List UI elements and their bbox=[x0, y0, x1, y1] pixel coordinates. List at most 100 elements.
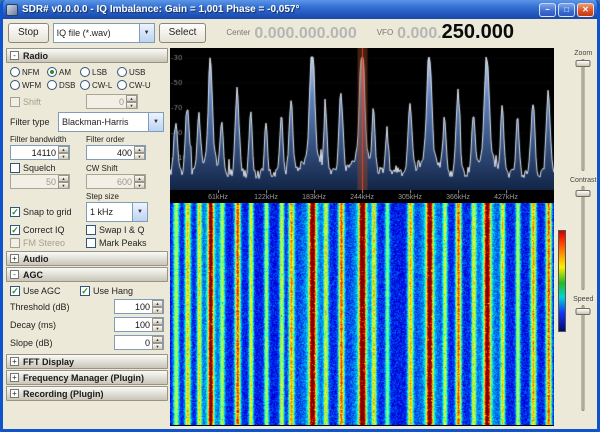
fm-stereo-checkbox[interactable]: FM Stereo bbox=[10, 238, 86, 248]
expand-icon[interactable]: + bbox=[10, 389, 19, 398]
expand-icon[interactable]: + bbox=[10, 357, 19, 366]
spin-up-icon: ▲ bbox=[134, 146, 145, 153]
mode-cwu[interactable]: CW-U bbox=[117, 80, 153, 90]
spin-down-icon: ▼ bbox=[134, 153, 145, 160]
panel-header-fft-display[interactable]: + FFT Display bbox=[6, 354, 168, 369]
spin-up-icon: ▲ bbox=[134, 175, 145, 182]
display-area: 61kHz 122kHz 183kHz 244kHz 305kHz 366kHz 427kH… bbox=[170, 48, 554, 426]
spin-down-icon: ▼ bbox=[152, 343, 163, 350]
spinner-buttons[interactable]: ▲ ▼ bbox=[134, 175, 145, 189]
panel-header-agc[interactable]: - AGC bbox=[6, 267, 168, 282]
mode-am[interactable]: AM bbox=[47, 67, 80, 77]
speed-slider[interactable] bbox=[574, 305, 592, 411]
mode-dsb[interactable]: DSB bbox=[47, 80, 80, 90]
filter-type-select[interactable]: Blackman-Harris ▼ bbox=[58, 112, 164, 132]
correct-iq-checkbox[interactable]: Correct IQ bbox=[10, 225, 86, 235]
waterfall-display[interactable] bbox=[170, 203, 554, 425]
cw-shift-label: CW Shift bbox=[86, 163, 118, 173]
contrast-slider[interactable] bbox=[574, 186, 592, 290]
sdr-window: SDR# v0.0.0.0 - IQ Imbalance: Gain = 1,0… bbox=[0, 0, 600, 432]
spinner-buttons[interactable]: ▲ ▼ bbox=[152, 336, 163, 350]
collapse-icon[interactable]: - bbox=[10, 270, 19, 279]
title-bar[interactable]: SDR# v0.0.0.0 - IQ Imbalance: Gain = 1,0… bbox=[3, 0, 597, 19]
use-agc-checkbox[interactable]: Use AGC bbox=[10, 286, 80, 296]
checkbox-box-icon bbox=[10, 286, 20, 296]
slider-thumb[interactable] bbox=[575, 308, 591, 315]
radio-button-icon bbox=[47, 80, 57, 90]
shift-checkbox[interactable]: Shift bbox=[10, 96, 86, 107]
slider-thumb[interactable] bbox=[575, 60, 591, 67]
spin-up-icon: ▲ bbox=[58, 146, 69, 153]
spinner-buttons[interactable]: ▲ ▼ bbox=[152, 300, 163, 314]
panel-header-radio[interactable]: - Radio bbox=[6, 48, 168, 63]
collapse-icon[interactable]: - bbox=[10, 51, 19, 60]
zoom-label: Zoom bbox=[574, 50, 593, 57]
spectrum-analyzer[interactable] bbox=[170, 48, 554, 190]
freq-tick-label: 427kHz bbox=[494, 190, 518, 201]
minimize-button[interactable]: − bbox=[539, 2, 556, 17]
slider-thumb[interactable] bbox=[575, 190, 591, 197]
mode-label: CW-L bbox=[92, 80, 113, 90]
threshold-input[interactable]: 100 ▲ ▼ bbox=[114, 299, 164, 314]
squelch-checkbox[interactable]: Squelch bbox=[10, 163, 86, 173]
window-title: SDR# v0.0.0.0 - IQ Imbalance: Gain = 1,0… bbox=[22, 4, 300, 15]
frequency-axis: 61kHz 122kHz 183kHz 244kHz 305kHz 366kHz 427kH… bbox=[170, 190, 554, 203]
filter-bandwidth-input[interactable]: 14110 ▲ ▼ bbox=[10, 145, 70, 160]
spinner-buttons[interactable]: ▲ ▼ bbox=[126, 95, 137, 109]
radio-button-icon bbox=[47, 67, 57, 77]
expand-icon[interactable]: + bbox=[10, 254, 19, 263]
spin-down-icon: ▼ bbox=[58, 153, 69, 160]
cw-shift-input[interactable]: 600 ▲ ▼ bbox=[86, 174, 146, 189]
mode-label: NFM bbox=[22, 67, 40, 77]
mode-usb[interactable]: USB bbox=[117, 67, 153, 77]
squelch-input[interactable]: 50 ▲ ▼ bbox=[10, 174, 70, 189]
mode-nfm[interactable]: NFM bbox=[10, 67, 47, 77]
stop-button[interactable]: Stop bbox=[8, 22, 49, 43]
step-size-label: Step size bbox=[86, 192, 119, 201]
swap-iq-checkbox[interactable]: Swap I & Q bbox=[86, 225, 145, 235]
spinner-buttons[interactable]: ▲ ▼ bbox=[152, 318, 163, 332]
checkbox-box-icon bbox=[86, 225, 96, 235]
toolbar: Stop IQ file (*.wav) ▼ Select Center 0.0… bbox=[3, 19, 597, 46]
mode-lsb[interactable]: LSB bbox=[80, 67, 117, 77]
shift-input[interactable]: 0 ▲ ▼ bbox=[86, 94, 138, 109]
checkbox-box-icon bbox=[10, 207, 20, 217]
spin-up-icon: ▲ bbox=[152, 300, 163, 307]
mode-label: CW-U bbox=[129, 80, 151, 90]
filter-order-input[interactable]: 400 ▲ ▼ bbox=[86, 145, 146, 160]
step-size-select[interactable]: 1 kHz ▼ bbox=[86, 202, 148, 222]
slope-input[interactable]: 0 ▲ ▼ bbox=[114, 335, 164, 350]
waterfall-color-scale bbox=[558, 230, 566, 332]
vfo-frequency-display[interactable]: 0.000.250.000 bbox=[397, 21, 514, 44]
center-label: Center bbox=[226, 28, 251, 37]
radio-button-icon bbox=[80, 67, 90, 77]
panel-header-recording[interactable]: + Recording (Plugin) bbox=[6, 386, 168, 401]
center-frequency-display[interactable]: 0.000.000.000 bbox=[254, 23, 356, 43]
checkbox-box-icon bbox=[10, 163, 20, 173]
decay-input[interactable]: 100 ▲ ▼ bbox=[114, 317, 164, 332]
panel-header-audio[interactable]: + Audio bbox=[6, 251, 168, 266]
maximize-button[interactable]: □ bbox=[558, 2, 575, 17]
close-button[interactable]: ✕ bbox=[577, 2, 594, 17]
source-select[interactable]: IQ file (*.wav) ▼ bbox=[52, 22, 155, 43]
freq-tick-label: 244kHz bbox=[350, 190, 374, 201]
mode-label: LSB bbox=[92, 67, 108, 77]
spinner-buttons[interactable]: ▲ ▼ bbox=[58, 175, 69, 189]
zoom-slider[interactable] bbox=[574, 59, 592, 171]
spinner-buttons[interactable]: ▲ ▼ bbox=[58, 146, 69, 160]
spin-down-icon: ▼ bbox=[152, 325, 163, 332]
mode-cwl[interactable]: CW-L bbox=[80, 80, 117, 90]
use-hang-checkbox[interactable]: Use Hang bbox=[80, 286, 133, 296]
snap-to-grid-checkbox[interactable]: Snap to grid bbox=[10, 207, 86, 217]
select-button[interactable]: Select bbox=[158, 22, 207, 43]
panel-header-frequency-manager[interactable]: + Frequency Manager (Plugin) bbox=[6, 370, 168, 385]
waterfall-gradient-column bbox=[556, 48, 568, 426]
mark-peaks-checkbox[interactable]: Mark Peaks bbox=[86, 238, 147, 248]
slope-label: Slope (dB) bbox=[10, 337, 53, 348]
chevron-down-icon: ▼ bbox=[138, 23, 154, 42]
chevron-down-icon: ▼ bbox=[148, 113, 163, 131]
spinner-buttons[interactable]: ▲ ▼ bbox=[134, 146, 145, 160]
mode-wfm[interactable]: WFM bbox=[10, 80, 47, 90]
expand-icon[interactable]: + bbox=[10, 373, 19, 382]
radio-panel-body: NFM AM LSB USB WFM DSB CW-L CW-U Shift 0 ▲ ▼ Fil… bbox=[6, 64, 168, 250]
